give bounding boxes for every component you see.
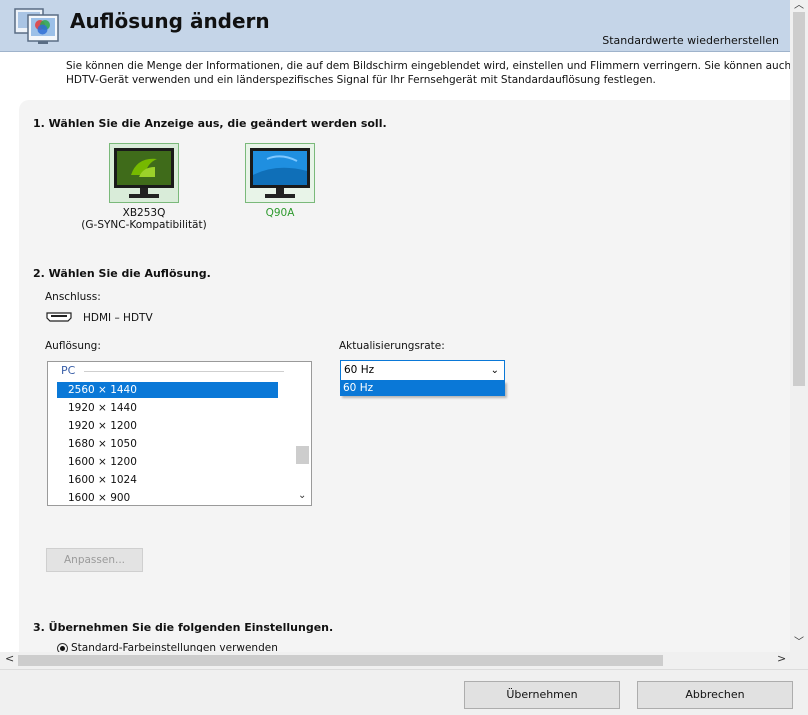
cancel-button[interactable]: Abbrechen (637, 681, 793, 709)
resolution-item[interactable]: 1920 × 1440 (57, 400, 278, 416)
hdmi-icon (46, 312, 72, 322)
intro-line-2: HDTV-Gerät verwenden und ein länderspezi… (66, 73, 656, 86)
display-1-subtitle: (G-SYNC-Kompatibilität) (81, 219, 207, 231)
section-2-title: 2. Wählen Sie die Auflösung. (33, 267, 211, 280)
display-xb253q-button[interactable] (109, 143, 179, 203)
dialog-footer: Übernehmen Abbrechen (0, 669, 808, 715)
intro-text: Sie können die Menge der Informationen, … (66, 60, 794, 87)
refresh-rate-label: Aktualisierungsrate: (339, 340, 445, 352)
display-1-model: XB253Q (122, 207, 166, 219)
resolution-list-scrollbar[interactable]: ⌄ (294, 362, 311, 505)
intro-line-1: Sie können die Menge der Informationen, … (66, 60, 794, 72)
vertical-scrollbar-thumb[interactable] (793, 12, 805, 386)
refresh-rate-value: 60 Hz (344, 364, 375, 376)
resolution-item[interactable]: 1920 × 1200 (57, 418, 278, 434)
horizontal-scrollbar-thumb[interactable] (18, 655, 663, 666)
resolution-listbox[interactable]: PC 2560 × 1440 1920 × 1440 1920 × 1200 1… (47, 361, 312, 506)
chevron-down-icon: ⌄ (490, 365, 499, 376)
resolution-item[interactable]: 1680 × 1050 (57, 436, 278, 452)
page-title: Auflösung ändern (70, 9, 270, 33)
refresh-rate-select[interactable]: 60 Hz ⌄ (340, 360, 505, 381)
customize-button: Anpassen... (46, 548, 143, 572)
scroll-down-icon[interactable]: ﹀ (794, 638, 804, 648)
resolution-group-header: PC (61, 364, 76, 377)
display-2-name: Q90A (229, 207, 331, 219)
scroll-up-icon[interactable]: ︿ (794, 1, 804, 11)
page-horizontal-scrollbar[interactable]: < > (0, 652, 790, 669)
scroll-down-icon[interactable]: ⌄ (298, 491, 306, 501)
resolution-item[interactable]: 2560 × 1440 (57, 382, 278, 398)
resolution-item[interactable]: 1600 × 900 (57, 490, 278, 505)
monitor-nvidia-icon (114, 148, 174, 198)
settings-panel: 1. Wählen Sie die Anzeige aus, die geänd… (19, 100, 790, 660)
display-q90a-button[interactable] (245, 143, 315, 203)
resolution-item[interactable]: 1600 × 1200 (57, 454, 278, 470)
scroll-left-icon[interactable]: < (5, 653, 14, 664)
scrollbar-thumb[interactable] (296, 446, 309, 464)
connection-value: HDMI – HDTV (83, 312, 153, 324)
section-1-title: 1. Wählen Sie die Anzeige aus, die geänd… (33, 117, 387, 130)
restore-defaults-link[interactable]: Standardwerte wiederherstellen (602, 34, 779, 47)
group-divider (84, 371, 284, 372)
display-settings-icon (14, 6, 60, 48)
resolution-label: Auflösung: (45, 340, 101, 352)
resolution-item[interactable]: 1600 × 1024 (57, 472, 278, 488)
display-2-model: Q90A (265, 207, 295, 219)
scroll-right-icon[interactable]: > (777, 653, 786, 664)
monitor-tv-icon (250, 148, 310, 198)
refresh-rate-option[interactable]: 60 Hz (340, 381, 505, 396)
apply-button[interactable]: Übernehmen (464, 681, 620, 709)
scrollbar-corner (790, 652, 808, 669)
page-vertical-scrollbar[interactable]: ︿ ﹀ (790, 0, 808, 652)
section-3-title: 3. Übernehmen Sie die folgenden Einstell… (33, 621, 334, 634)
display-1-name: XB253Q (G-SYNC-Kompatibilität) (79, 207, 209, 231)
connection-label: Anschluss: (45, 291, 101, 303)
page-header: Auflösung ändern Standardwerte wiederher… (0, 0, 790, 52)
